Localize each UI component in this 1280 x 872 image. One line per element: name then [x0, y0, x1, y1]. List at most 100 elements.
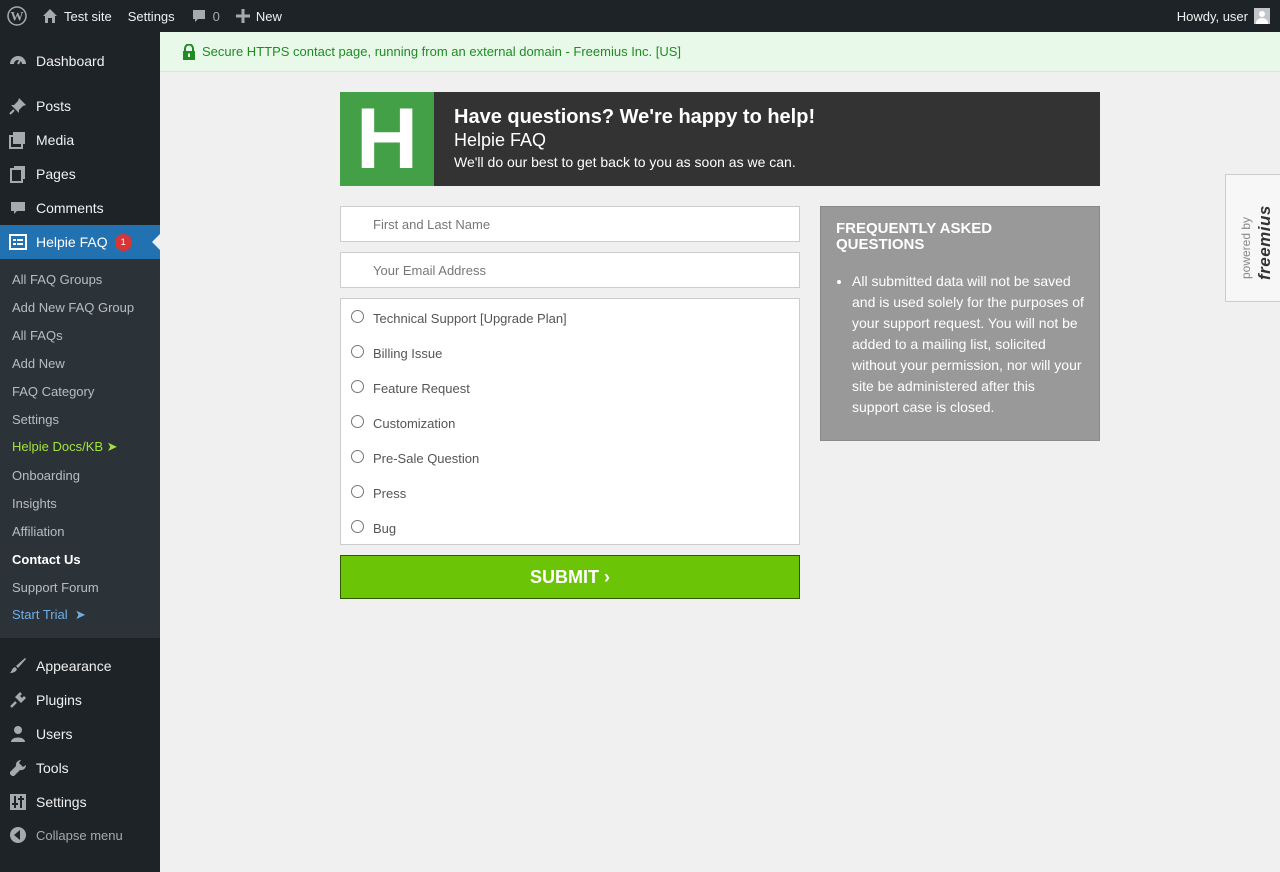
dashboard-icon [0, 52, 36, 70]
sidebar-item-helpie-faq[interactable]: Helpie FAQ 1 [0, 225, 160, 259]
powered-by-label: powered by [1239, 216, 1253, 279]
faq-heading: FREQUENTLY ASKED QUESTIONS [836, 220, 993, 253]
sidebar-item-label: Posts [36, 98, 72, 114]
collapse-menu-label: Collapse menu [36, 827, 123, 843]
home-icon [42, 8, 58, 24]
media-icon [0, 131, 36, 149]
sidebar-item-comments[interactable]: Comments [0, 191, 160, 225]
secure-notice: Secure HTTPS contact page, running from … [160, 32, 1280, 72]
sidebar-item-label: Settings [36, 794, 87, 810]
admin-bar: W Test site Settings 0 New Howdy, user [0, 0, 1280, 32]
user-icon [0, 725, 36, 743]
submenu-onboarding[interactable]: Onboarding [12, 461, 80, 489]
submenu-faq-category[interactable]: FAQ Category [12, 377, 94, 405]
sidebar-item-settings[interactable]: Settings [0, 785, 160, 819]
radio-label: Pre-Sale Question [373, 451, 480, 466]
radio-button[interactable] [351, 345, 364, 358]
helpie-faq-submenu: All FAQ Groups Add New FAQ Group All FAQ… [0, 259, 160, 638]
radio-button[interactable] [351, 310, 364, 323]
sidebar-item-tools[interactable]: Tools [0, 751, 160, 785]
radio-bug[interactable]: Bug [351, 520, 396, 536]
comment-icon [0, 199, 36, 217]
pages-icon [0, 165, 36, 183]
sidebar-item-posts[interactable]: Posts [0, 89, 160, 123]
submenu-contact-us[interactable]: Contact Us [12, 545, 81, 573]
plugin-logo: H [340, 92, 434, 186]
lock-icon [182, 43, 196, 60]
submenu-all-faq-groups[interactable]: All FAQ Groups [12, 265, 102, 293]
site-name-link[interactable]: Test site [34, 0, 120, 32]
radio-button[interactable] [351, 450, 364, 463]
admin-sidebar: Dashboard Posts Media Pages Comments Hel… [0, 32, 160, 872]
radio-label: Billing Issue [373, 346, 443, 361]
plugin-name: Helpie FAQ [454, 130, 547, 150]
comment-icon [191, 8, 207, 24]
submenu-helpie-docs-kb[interactable]: Helpie Docs/KB ➤ [12, 433, 118, 461]
pushpin-icon [0, 97, 36, 115]
email-field[interactable] [340, 252, 800, 288]
site-name-label: Test site [64, 8, 112, 24]
sidebar-item-appearance[interactable]: Appearance [0, 649, 160, 683]
sidebar-item-label: Pages [36, 166, 76, 182]
radio-technical-support[interactable]: Technical Support [Upgrade Plan] [351, 310, 567, 326]
submenu-affiliation[interactable]: Affiliation [12, 517, 65, 545]
new-label: New [255, 8, 282, 24]
sidebar-item-label: Media [36, 132, 75, 148]
brush-icon [0, 657, 36, 675]
contact-header: H Have questions? We're happy to help! H… [340, 92, 1100, 186]
header-subtitle: We'll do our best to get back to you as … [454, 154, 796, 170]
sidebar-item-label: Plugins [36, 692, 82, 708]
radio-billing-issue[interactable]: Billing Issue [351, 345, 443, 361]
radio-label: Customization [373, 416, 456, 431]
submenu-add-new-faq-group[interactable]: Add New FAQ Group [12, 293, 134, 321]
sidebar-item-label: Users [36, 726, 73, 742]
radio-button[interactable] [351, 415, 364, 428]
wordpress-logo-icon[interactable]: W [0, 0, 34, 32]
sidebar-item-plugins[interactable]: Plugins [0, 683, 160, 717]
radio-button[interactable] [351, 380, 364, 393]
radio-press[interactable]: Press [351, 485, 407, 501]
notice-text: Secure HTTPS contact page, running from … [202, 44, 682, 59]
settings-label: Settings [127, 8, 175, 24]
new-content-link[interactable]: New [228, 0, 290, 32]
radio-button[interactable] [351, 520, 364, 533]
comments-count: 0 [212, 8, 220, 24]
comments-link[interactable]: 0 [183, 0, 228, 32]
freemius-logo: freemius [1255, 205, 1274, 280]
submenu-start-trial[interactable]: Start Trial ➤ [12, 601, 86, 629]
notification-badge: 1 [114, 233, 132, 251]
sidebar-item-label: Appearance [36, 658, 112, 674]
sidebar-item-media[interactable]: Media [0, 123, 160, 157]
sidebar-item-label: Helpie FAQ [36, 234, 108, 250]
radio-pre-sale-question[interactable]: Pre-Sale Question [351, 450, 480, 466]
radio-label: Press [373, 486, 407, 501]
submenu-all-faqs[interactable]: All FAQs [12, 321, 63, 349]
sidebar-item-dashboard[interactable]: Dashboard [0, 44, 160, 78]
radio-customization[interactable]: Customization [351, 415, 456, 431]
faq-icon [0, 233, 36, 251]
radio-feature-request[interactable]: Feature Request [351, 380, 470, 396]
collapse-menu-button[interactable]: Collapse menu [0, 820, 160, 850]
sidebar-item-pages[interactable]: Pages [0, 157, 160, 191]
svg-text:W: W [11, 9, 24, 24]
submenu-add-new[interactable]: Add New [12, 349, 65, 377]
wrench-icon [0, 759, 36, 777]
sidebar-item-users[interactable]: Users [0, 717, 160, 751]
submit-button[interactable]: SUBMIT › [340, 555, 800, 599]
sidebar-item-label: Dashboard [36, 53, 105, 69]
submenu-settings[interactable]: Settings [12, 405, 59, 433]
sidebar-item-label: Comments [36, 200, 104, 216]
customize-settings-link[interactable]: Settings [120, 0, 183, 32]
radio-label: Feature Request [373, 381, 470, 396]
plus-icon [235, 9, 250, 23]
submenu-insights[interactable]: Insights [12, 489, 57, 517]
account-menu[interactable]: Howdy, user [1169, 0, 1280, 32]
avatar [1254, 8, 1270, 24]
powered-by-freemius-tab[interactable]: powered by freemius [1225, 174, 1280, 302]
sidebar-item-label: Tools [36, 760, 69, 776]
faq-box: FREQUENTLY ASKED QUESTIONS All submitted… [820, 206, 1100, 441]
name-field[interactable] [340, 206, 800, 242]
submenu-support-forum[interactable]: Support Forum [12, 573, 99, 601]
request-type-radio-group: Technical Support [Upgrade Plan] Billing… [340, 298, 800, 545]
radio-button[interactable] [351, 485, 364, 498]
